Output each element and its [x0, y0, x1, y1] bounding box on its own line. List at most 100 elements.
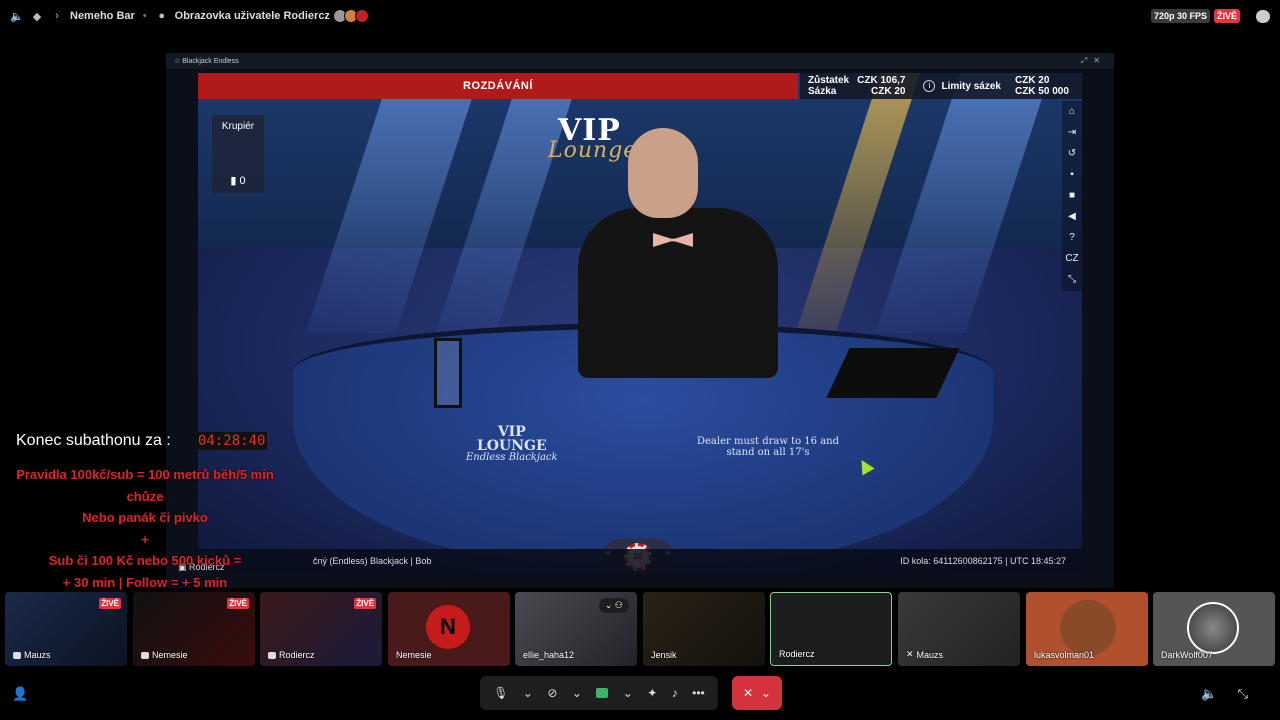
chevron-right-icon[interactable]: › — [50, 9, 64, 23]
balance-panel: Zůstatek Sázka CZK 106,7 CZK 20 i Limity… — [800, 73, 1082, 99]
participant-tile[interactable]: ✕ Mauzs — [898, 592, 1020, 666]
screen-share-icon[interactable] — [596, 688, 609, 698]
participant-tile[interactable]: lukasvolman01 — [1026, 592, 1148, 666]
live-badge: ŽIVĚ — [354, 598, 376, 609]
participant-tile[interactable]: Rodiercz — [770, 592, 892, 666]
participant-name: ✕ Mauzs — [906, 649, 943, 660]
disconnect-button[interactable]: ✕ ⌄ — [732, 676, 782, 710]
activities-icon[interactable]: ✦ — [647, 686, 657, 700]
participant-tile[interactable]: DarkWolf007 — [1153, 592, 1275, 666]
more-icon[interactable]: ••• — [692, 686, 705, 700]
control-group: 🎙 ⌄ ⊘ ⌄ ⌄ ✦ ♪ ••• — [480, 676, 718, 710]
muted-icon: ✕ — [906, 649, 914, 659]
dealer-head — [628, 128, 698, 218]
table-logo-subtitle: Endless Blackjack — [466, 452, 558, 463]
table-rule-text: Dealer must draw to 16 and stand on all … — [696, 436, 840, 458]
screen-share-icon — [13, 651, 21, 659]
bet-value: CZK 20 — [871, 86, 906, 97]
rule-line: + — [141, 531, 149, 547]
star-icon[interactable]: ☆ — [174, 57, 182, 65]
participant-name-label: Mauzs — [916, 649, 944, 660]
microphone-icon[interactable]: 🎙 — [493, 686, 508, 700]
rule-line: Nebo panák či pivko — [82, 510, 208, 525]
fullscreen-icon[interactable]: ⤡ — [1068, 272, 1076, 288]
participant-name: Rodiercz — [779, 649, 815, 659]
participant-name: Nemesie — [141, 650, 188, 660]
game-window: ☆ Blackjack Endless ⤢✕ VIP Lounge VIP LOU… — [166, 53, 1114, 588]
chevron-down-icon[interactable]: ⌄ — [761, 686, 771, 700]
chevron-down-icon[interactable]: ⌄ — [523, 686, 533, 700]
info-icon[interactable]: i — [923, 80, 936, 92]
user-avatar-icon: ● — [158, 10, 165, 22]
dealer-label: Krupiér — [221, 121, 255, 132]
add-user-icon[interactable]: 👤 — [12, 686, 28, 702]
camera-off-icon[interactable]: ⊘ — [547, 686, 557, 700]
overflow-menu[interactable]: ⌄ ⚇ — [598, 598, 629, 613]
server-name[interactable]: Nemeho Bar — [70, 10, 135, 22]
live-badge: ŽIVĚ — [99, 598, 121, 609]
stream-info: 720p 30 FPS ŽIVĚ — [1150, 9, 1270, 23]
game-scene: VIP Lounge VIP LOUNGE Endless Blackjack D… — [198, 73, 1082, 573]
chevron-down-icon[interactable]: ⌄ — [572, 686, 582, 700]
sound-icon[interactable]: ◀ — [1068, 209, 1076, 225]
screen-share-icon — [141, 651, 149, 659]
subathon-timer: 04:28:40 — [196, 432, 268, 450]
language-button[interactable]: CZ — [1065, 251, 1078, 267]
card-shoe — [826, 348, 960, 398]
participant-tile[interactable]: N Nemesie — [388, 592, 510, 666]
chevron-down-icon[interactable]: ⌄ — [623, 686, 633, 700]
top-bar: 🔈 ◆ › Nemeho Bar • ● Obrazovka uživatele… — [0, 0, 1280, 32]
participant-name: ellie_haha12 — [523, 650, 575, 660]
limits-label[interactable]: Limity sázek — [941, 81, 1000, 92]
chat-icon[interactable] — [1256, 9, 1270, 23]
soundboard-icon[interactable]: ♪ — [672, 686, 678, 700]
participant-name: Nemesie — [396, 650, 432, 660]
bet-label: Sázka — [808, 86, 837, 97]
server-icon: ◆ — [32, 10, 42, 23]
game-footer: čný (Endless) Blackjack | Bob ID kola: 6… — [198, 549, 1082, 573]
chat-icon[interactable]: ▪ — [1070, 167, 1074, 183]
rule-line: Sub či 100 Kč nebo 500 kicků = — [48, 553, 242, 568]
live-badge: ŽIVĚ — [227, 598, 249, 609]
group-icon: ⚇ — [614, 600, 623, 610]
help-icon[interactable]: ? — [1069, 230, 1075, 246]
participant-name: DarkWolf007 — [1161, 650, 1213, 660]
participant-tile[interactable]: ŽIVĚ Nemesie — [133, 592, 255, 666]
exit-fullscreen-icon[interactable]: ⤡ — [1238, 686, 1268, 701]
exit-icon[interactable]: ⇥ — [1068, 125, 1076, 141]
history-icon[interactable]: ↺ — [1068, 146, 1076, 162]
dealer-panel: Krupiér ▮ 0 — [212, 115, 264, 193]
side-toolbar: ⌂ ⇥ ↺ ▪ ■ ◀ ? CZ ⤡ — [1062, 101, 1082, 291]
participant-name-label: Rodiercz — [279, 650, 315, 660]
participant-tile[interactable]: ŽIVĚ Mauzs — [5, 592, 127, 666]
vip-lounge-logo: VIP Lounge — [548, 113, 638, 163]
viewer-avatars[interactable] — [332, 9, 369, 23]
participant-strip: ŽIVĚ Mauzs ŽIVĚ Nemesie ŽIVĚ Rodiercz N … — [0, 592, 1280, 667]
quality-badge: 720p 30 FPS — [1150, 9, 1210, 23]
participant-tile[interactable]: ŽIVĚ Rodiercz — [260, 592, 382, 666]
participant-name-label: Nemesie — [152, 650, 188, 660]
participant-name: Jensik — [651, 650, 677, 660]
discard-holder — [434, 338, 462, 408]
speaker-icon[interactable]: 🔈 — [10, 9, 24, 23]
netflix-avatar: N — [426, 605, 470, 649]
call-controls: 👤 🎙 ⌄ ⊘ ⌄ ⌄ ✦ ♪ ••• ✕ ⌄ 🔈⤡ — [0, 672, 1280, 720]
subathon-rules: Pravidla 100kč/sub = 100 metrů běh/5 min… — [0, 464, 290, 593]
status-bar: ROZDÁVÁNÍ — [198, 73, 798, 99]
volume-icon[interactable]: 🔈 — [1201, 686, 1237, 701]
dealer-body — [578, 208, 778, 378]
participant-tile[interactable]: Jensik — [643, 592, 765, 666]
screen-share-icon — [268, 651, 276, 659]
game-window-titlebar: ☆ Blackjack Endless ⤢✕ — [166, 53, 1114, 69]
window-controls[interactable]: ⤢✕ — [1081, 56, 1106, 66]
camera-icon[interactable]: ■ — [1069, 188, 1075, 204]
participant-name: Rodiercz — [268, 650, 315, 660]
avatar — [1060, 600, 1116, 656]
participant-tile[interactable]: ⌄ ⚇ ellie_haha12 — [515, 592, 637, 666]
subathon-label: Konec subathonu za : — [16, 432, 171, 449]
home-icon[interactable]: ⌂ — [1069, 104, 1075, 120]
stream-view[interactable]: ☆ Blackjack Endless ⤢✕ VIP Lounge VIP LOU… — [0, 36, 1280, 590]
separator-dot: • — [142, 10, 147, 22]
limit-max: CZK 50 000 — [1014, 86, 1069, 97]
limit-min: CZK 20 — [1014, 75, 1050, 86]
